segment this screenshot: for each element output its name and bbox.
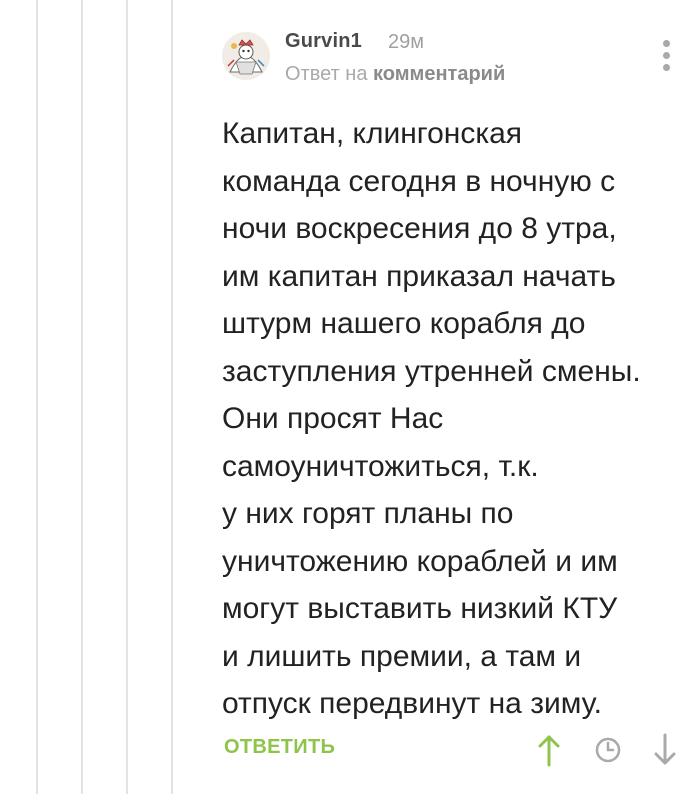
comment-header: Gurvin1 29м Ответ на комментарий <box>222 30 662 90</box>
thread-line-1[interactable] <box>36 0 38 794</box>
reply-prefix: Ответ на <box>285 63 368 85</box>
comment-author[interactable]: Gurvin1 <box>285 30 362 53</box>
thread-line-3[interactable] <box>126 0 128 794</box>
reply-to-line: Ответ на комментарий <box>285 63 505 86</box>
user-avatar[interactable] <box>222 32 270 80</box>
reply-button[interactable]: ОТВЕТИТЬ <box>224 736 335 759</box>
arrow-down-icon[interactable] <box>648 732 682 768</box>
thread-line-2[interactable] <box>81 0 83 794</box>
comment-time: 29м <box>388 31 424 53</box>
clock-icon[interactable] <box>591 732 625 768</box>
avatar-illustration <box>222 32 270 80</box>
thread-line-4[interactable] <box>171 0 173 794</box>
arrow-up-icon[interactable] <box>532 732 566 768</box>
more-vertical-icon[interactable] <box>657 40 675 74</box>
comment-text: Капитан, клингонская команда сегодня в н… <box>222 117 641 720</box>
reply-to-link[interactable]: комментарий <box>373 63 505 85</box>
